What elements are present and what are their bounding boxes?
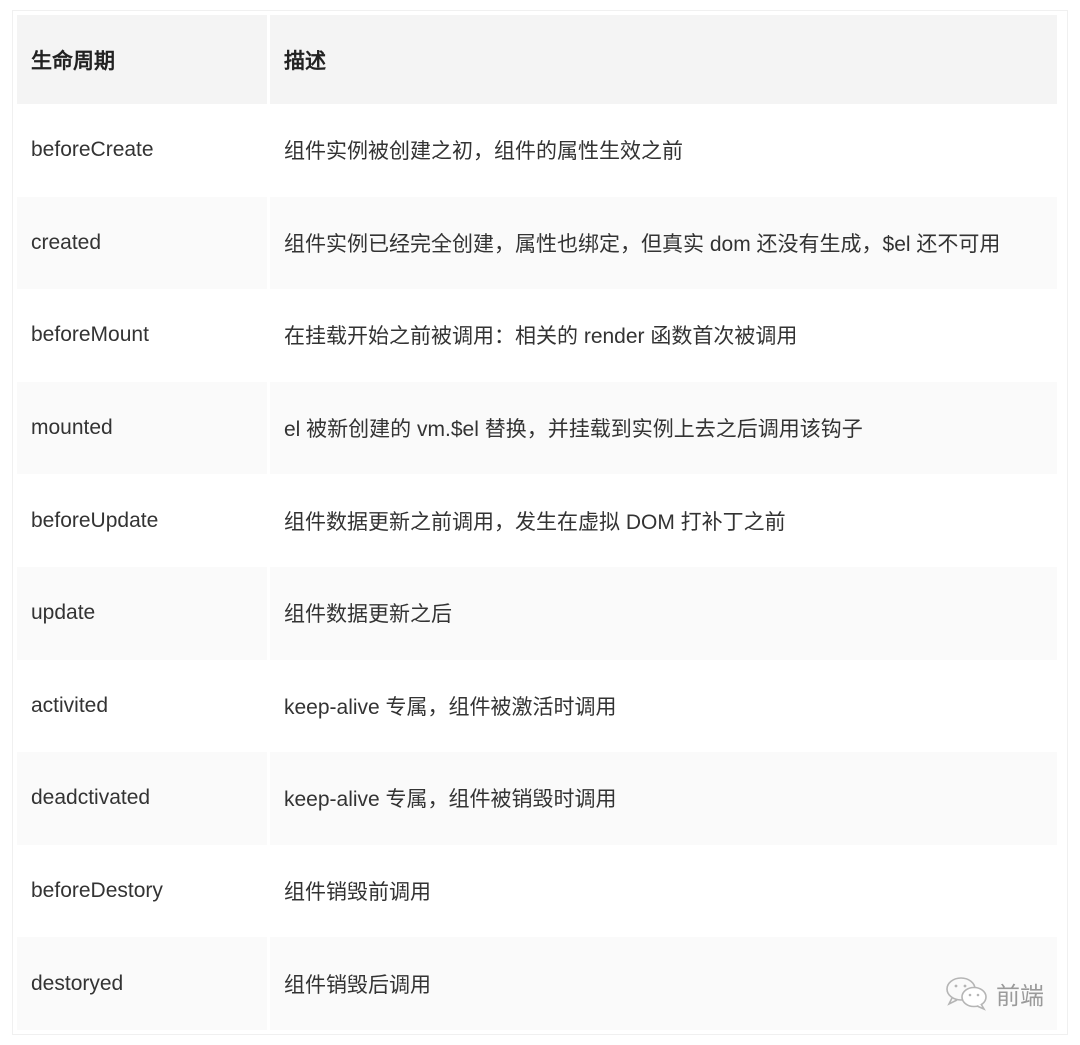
- lifecycle-name: beforeUpdate: [17, 474, 267, 567]
- header-lifecycle: 生命周期: [17, 15, 267, 104]
- table-header-row: 生命周期 描述: [17, 15, 1057, 104]
- lifecycle-description: 组件实例已经完全创建，属性也绑定，但真实 dom 还没有生成，$el 还不可用: [270, 196, 1057, 290]
- lifecycle-name: activited: [17, 659, 267, 753]
- table-row: destoryed 组件销毁后调用: [17, 937, 1057, 1030]
- watermark: 前端: [944, 975, 1044, 1011]
- wechat-icon: [944, 975, 990, 1011]
- table-row: deadctivated keep-alive 专属，组件被销毁时调用: [17, 752, 1057, 845]
- lifecycle-name: created: [17, 196, 267, 290]
- table-row: beforeDestory 组件销毁前调用: [17, 844, 1057, 938]
- table-row: beforeUpdate 组件数据更新之前调用，发生在虚拟 DOM 打补丁之前: [17, 474, 1057, 567]
- lifecycle-description: 组件实例被创建之初，组件的属性生效之前: [270, 104, 1057, 197]
- table-row: update 组件数据更新之后: [17, 566, 1057, 660]
- lifecycle-description: 组件数据更新之后: [270, 566, 1057, 660]
- table-row: activited keep-alive 专属，组件被激活时调用: [17, 659, 1057, 753]
- lifecycle-name: destoryed: [17, 937, 267, 1030]
- lifecycle-name: beforeMount: [17, 289, 267, 382]
- lifecycle-name: deadctivated: [17, 752, 267, 845]
- lifecycle-name: update: [17, 566, 267, 660]
- header-description: 描述: [270, 15, 1057, 104]
- lifecycle-name: beforeCreate: [17, 104, 267, 197]
- lifecycle-description: keep-alive 专属，组件被激活时调用: [270, 659, 1057, 753]
- lifecycle-description: 组件销毁前调用: [270, 844, 1057, 938]
- watermark-text: 前端: [996, 982, 1044, 1010]
- lifecycle-name: beforeDestory: [17, 844, 267, 938]
- lifecycle-description: 组件数据更新之前调用，发生在虚拟 DOM 打补丁之前: [270, 474, 1057, 567]
- lifecycle-description: 在挂载开始之前被调用：相关的 render 函数首次被调用: [270, 289, 1057, 382]
- lifecycle-description: el 被新创建的 vm.$el 替换，并挂载到实例上去之后调用该钩子: [270, 381, 1057, 475]
- lifecycle-description: keep-alive 专属，组件被销毁时调用: [270, 752, 1057, 845]
- table-row: mounted el 被新创建的 vm.$el 替换，并挂载到实例上去之后调用该…: [17, 381, 1057, 475]
- table-row: beforeCreate 组件实例被创建之初，组件的属性生效之前: [17, 104, 1057, 197]
- lifecycle-name: mounted: [17, 381, 267, 475]
- table-row: beforeMount 在挂载开始之前被调用：相关的 render 函数首次被调…: [17, 289, 1057, 382]
- table-row: created 组件实例已经完全创建，属性也绑定，但真实 dom 还没有生成，$…: [17, 196, 1057, 290]
- lifecycle-table: 生命周期 描述 beforeCreate 组件实例被创建之初，组件的属性生效之前…: [14, 15, 1060, 1030]
- lifecycle-description: 组件销毁后调用: [270, 937, 1057, 1030]
